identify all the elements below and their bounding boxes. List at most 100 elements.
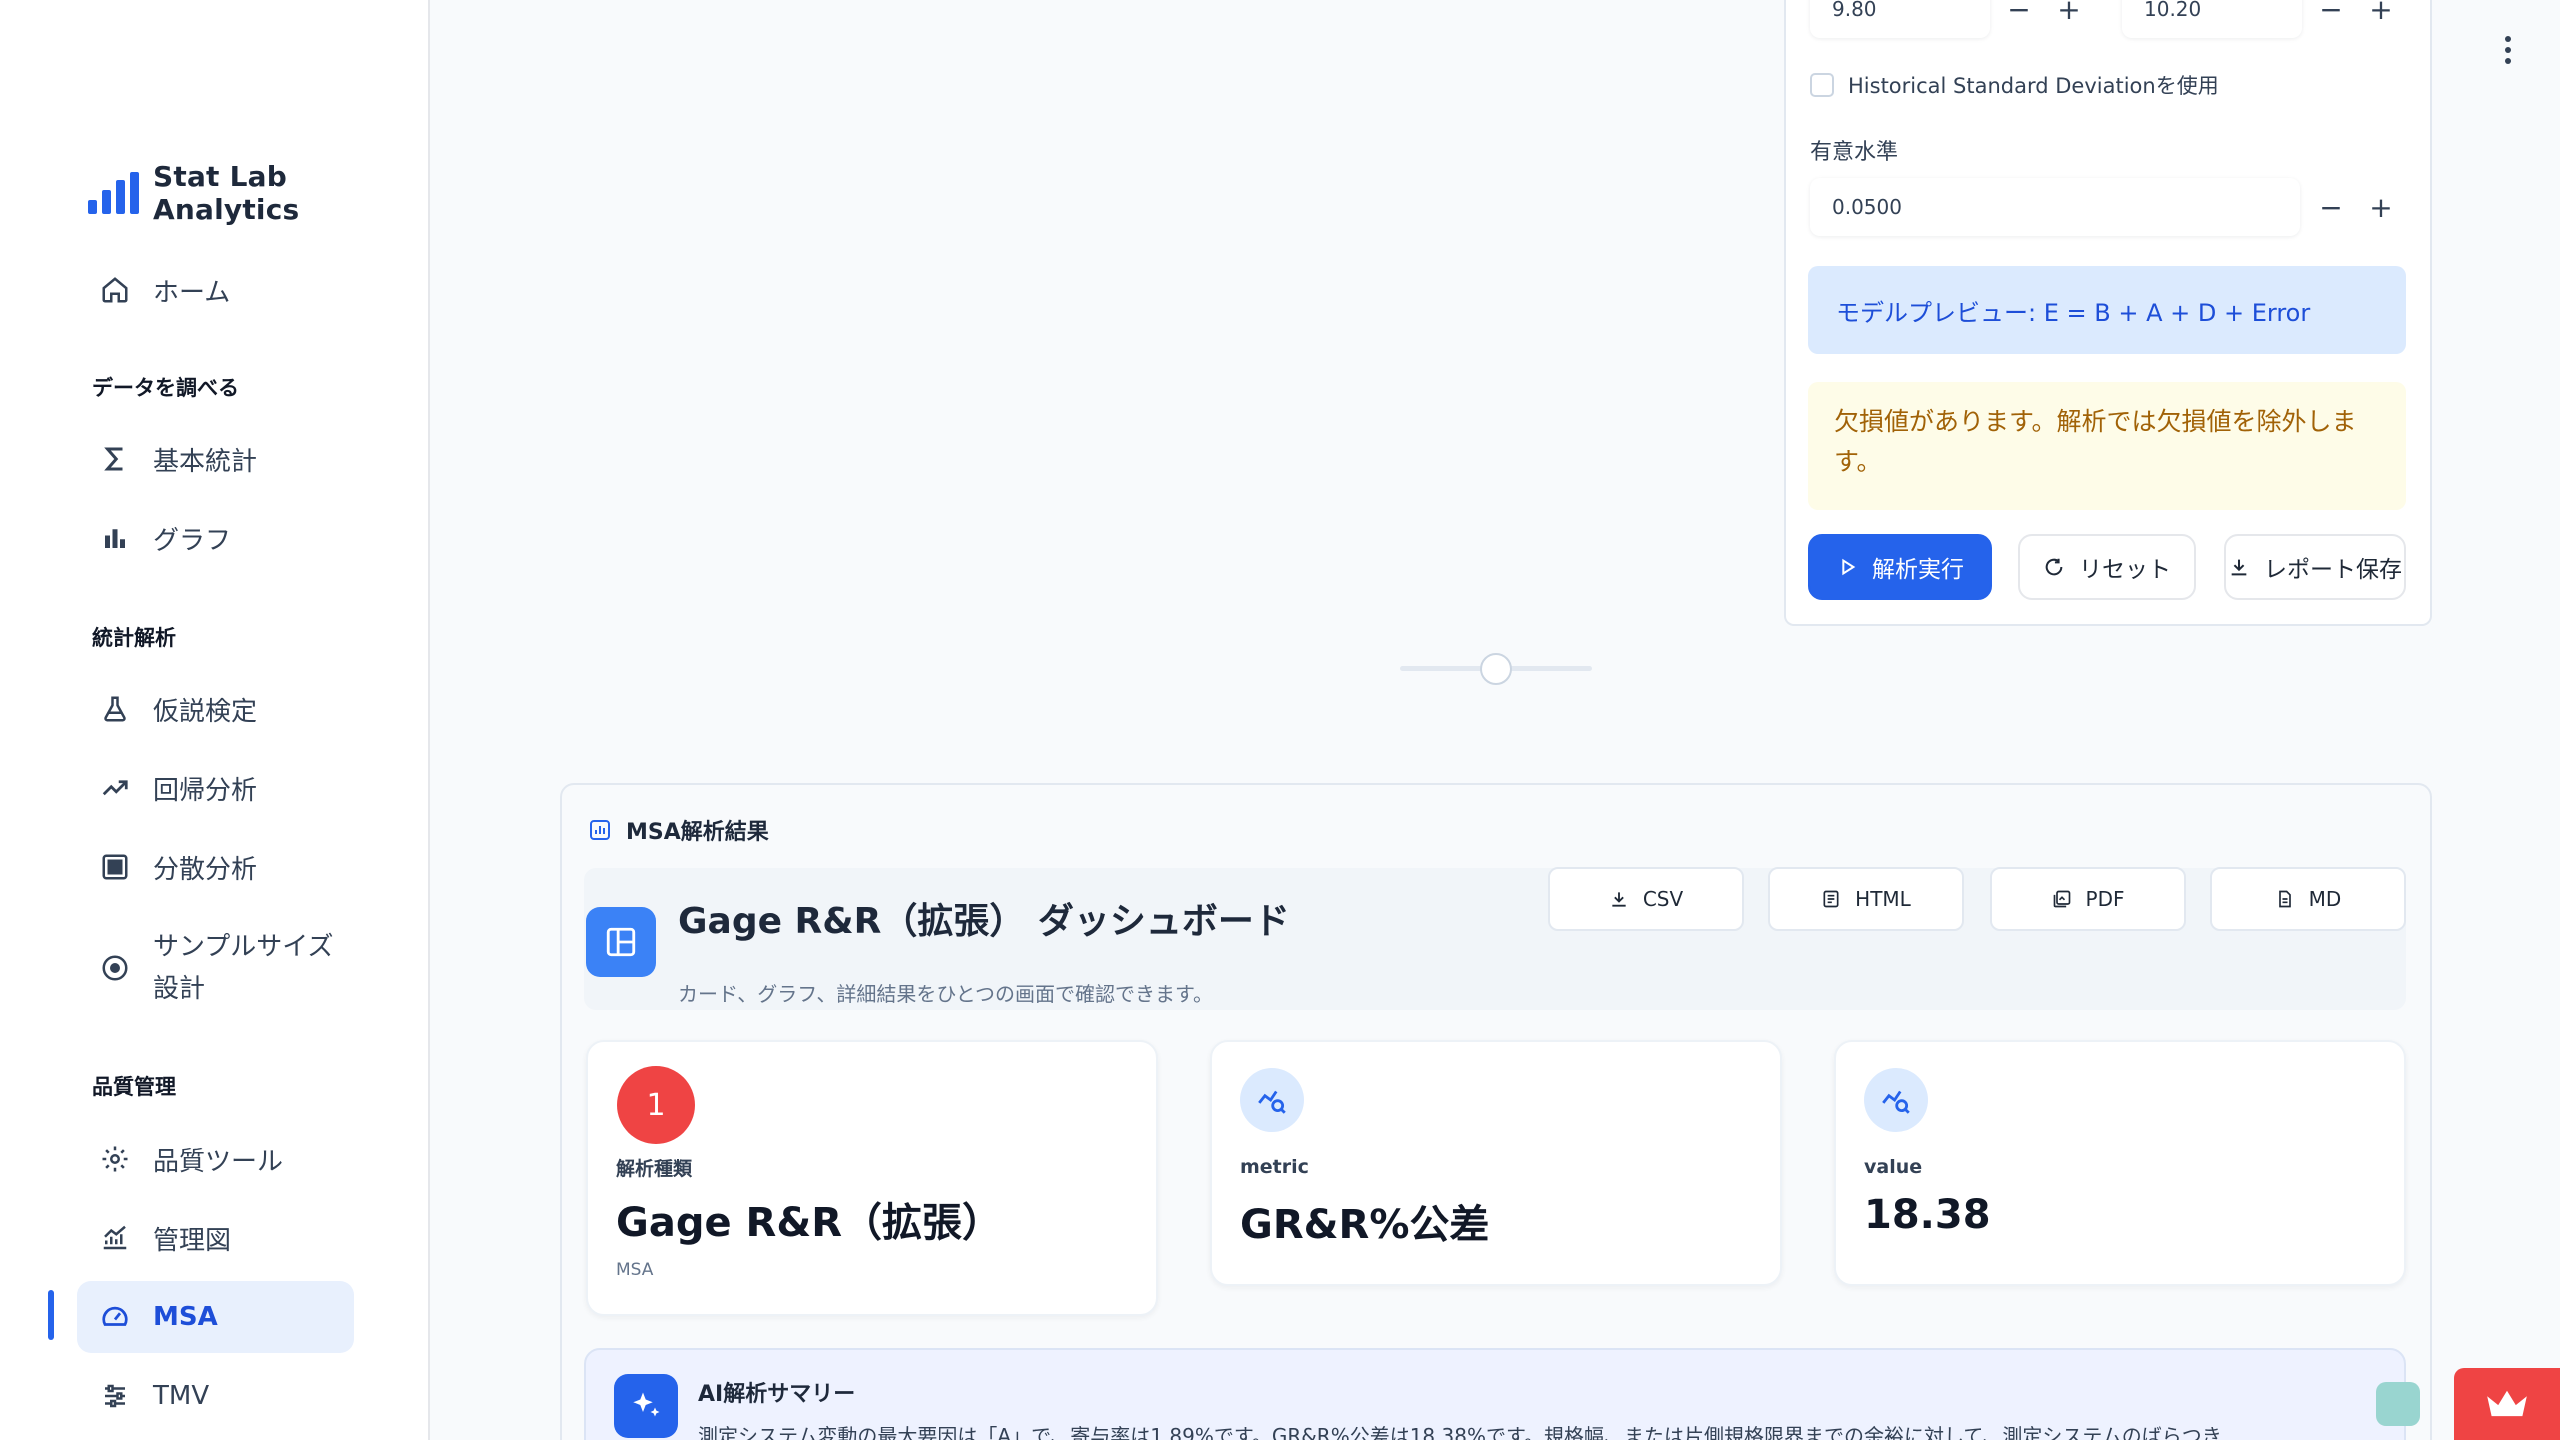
play-icon — [1842, 558, 1856, 576]
export-csv-button[interactable]: CSV — [1548, 867, 1744, 931]
significance-stepper: − + — [2306, 178, 2406, 236]
minus-button[interactable]: − — [1994, 0, 2044, 26]
reset-label: リセット — [2079, 557, 2171, 583]
export-md-label: MD — [2308, 887, 2342, 911]
sidebar-item-label: MSA — [153, 1302, 218, 1332]
app-name: Stat Lab Analytics — [153, 160, 300, 226]
run-analysis-label: 解析実行 — [1872, 557, 1964, 583]
results-section-title: MSA解析結果 — [588, 814, 769, 846]
analysis-type-label: 解析種類 — [616, 1158, 693, 1180]
sidebar-section-explore: データを調べる — [92, 376, 239, 400]
sidebar-item-hypothesis[interactable]: 仮説検定 — [77, 673, 354, 745]
trending-up-icon — [99, 772, 131, 804]
sidebar-item-label: サンプルサイズ 設計 — [153, 926, 333, 1010]
target-icon — [99, 952, 131, 984]
sparkles-icon — [614, 1374, 678, 1438]
image-file-icon — [2053, 890, 2070, 908]
ai-summary-text: 測定システム変動の最大要因は「A」で、寄与率は1.89%です。GR&R%公差は1… — [698, 1424, 2222, 1440]
metric-value: GR&R%公差 — [1240, 1202, 1490, 1248]
model-preview: モデルプレビュー: E = B + A + D + Error — [1808, 266, 2406, 354]
sidebar-item-label: グラフ — [153, 525, 232, 556]
ai-summary-title: AI解析サマリー — [698, 1382, 856, 1407]
sidebar-item-label: 管理図 — [153, 1225, 232, 1256]
assistant-avatar-icon[interactable] — [2376, 1382, 2420, 1426]
significance-input[interactable]: 0.0500 — [1810, 178, 2300, 236]
results-title-text: MSA解析結果 — [626, 820, 769, 845]
sidebar-item-label: ホーム — [153, 277, 231, 308]
historical-sd-checkbox-row[interactable]: Historical Standard Deviationを使用 — [1810, 70, 2219, 100]
sidebar-item-label: 分散分析 — [153, 854, 258, 885]
analysis-type-value: Gage R&R（拡張） — [616, 1200, 1002, 1246]
value-label: value — [1864, 1156, 1923, 1178]
sidebar-item-msa[interactable]: MSA — [77, 1281, 354, 1353]
plus-button[interactable]: + — [2044, 0, 2094, 26]
file-text-icon — [2278, 890, 2291, 908]
bar-chart-icon — [99, 522, 131, 554]
sidebar-item-label: 回帰分析 — [153, 775, 258, 806]
sidebar-item-label: 品質ツール — [153, 1146, 284, 1177]
run-analysis-button[interactable]: 解析実行 — [1808, 534, 1992, 600]
gauge-icon — [99, 1301, 131, 1333]
sidebar-item-label: TMV — [153, 1381, 210, 1411]
save-report-label: レポート保存 — [2264, 557, 2402, 583]
document-lines-icon — [1823, 890, 1839, 908]
grid-icon — [99, 851, 131, 883]
export-pdf-button[interactable]: PDF — [1990, 867, 2186, 931]
sidebar: Stat Lab Analytics ホーム データを調べる 基本統計 グラフ … — [0, 0, 430, 1440]
brand[interactable]: Stat Lab Analytics — [88, 160, 428, 226]
dashboard-title: Gage R&R（拡張） ダッシュボード — [678, 901, 1290, 942]
flask-icon — [99, 693, 131, 725]
sidebar-item-quality-tools[interactable]: 品質ツール — [77, 1123, 354, 1195]
reset-icon — [2045, 558, 2063, 576]
sidebar-section-quality: 品質管理 — [92, 1075, 176, 1099]
sidebar-item-tmv[interactable]: TMV — [77, 1360, 354, 1432]
sidebar-item-regression[interactable]: 回帰分析 — [77, 752, 354, 824]
sidebar-item-label-line1: サンプルサイズ — [153, 932, 334, 962]
chart-search-icon — [1864, 1068, 1928, 1132]
metric-label: metric — [1240, 1156, 1309, 1178]
export-pdf-label: PDF — [2085, 887, 2125, 911]
report-chart-icon — [590, 820, 610, 840]
plus-button[interactable]: + — [2356, 191, 2406, 224]
sidebar-item-basic-stats[interactable]: 基本統計 — [77, 423, 354, 495]
sidebar-item-graph[interactable]: グラフ — [77, 502, 354, 574]
sidebar-item-sample-size[interactable]: サンプルサイズ 設計 — [77, 913, 354, 1023]
value-number: 18.38 — [1864, 1192, 1991, 1238]
dashboard-subtitle: カード、グラフ、詳細結果をひとつの画面で確認できます。 — [678, 982, 1213, 1006]
lower-spec-input[interactable]: 9.80 — [1810, 0, 1990, 38]
sigma-icon — [99, 443, 131, 475]
analysis-category: MSA — [616, 1260, 654, 1280]
sidebar-item-label: 仮説検定 — [153, 696, 258, 727]
export-html-button[interactable]: HTML — [1768, 867, 1964, 931]
export-html-label: HTML — [1855, 887, 1911, 911]
upper-spec-stepper: − + — [2306, 0, 2406, 38]
plus-button[interactable]: + — [2356, 0, 2406, 26]
sidebar-section-analysis: 統計解析 — [92, 626, 176, 650]
chart-search-icon — [1240, 1068, 1304, 1132]
export-md-button[interactable]: MD — [2210, 867, 2406, 931]
sidebar-item-home[interactable]: ホーム — [77, 254, 354, 326]
sidebar-item-anova[interactable]: 分散分析 — [77, 831, 354, 903]
historical-sd-label: Historical Standard Deviationを使用 — [1848, 74, 2219, 98]
missing-value-warning: 欠損値があります。解析では欠損値を除外します。 — [1808, 382, 2406, 510]
significance-label: 有意水準 — [1810, 140, 1899, 165]
crown-icon[interactable] — [2454, 1368, 2560, 1440]
sidebar-item-label-line2: 設計 — [153, 974, 206, 1004]
dashboard-layout-icon — [586, 907, 656, 977]
more-options-icon[interactable] — [2502, 36, 2514, 64]
step-badge: 1 — [617, 1066, 695, 1144]
sidebar-item-control-chart[interactable]: 管理図 — [77, 1202, 354, 1274]
minus-button[interactable]: − — [2306, 191, 2356, 224]
minus-button[interactable]: − — [2306, 0, 2356, 26]
upper-spec-input[interactable]: 10.20 — [2122, 0, 2302, 38]
gear-icon — [99, 1143, 131, 1175]
export-csv-label: CSV — [1642, 887, 1684, 911]
historical-sd-checkbox[interactable] — [1810, 73, 1834, 97]
download-icon — [1612, 892, 1626, 907]
lower-spec-stepper: − + — [1994, 0, 2094, 38]
home-icon — [99, 274, 131, 306]
download-icon — [2231, 559, 2247, 576]
slider-handle[interactable] — [1480, 653, 1512, 685]
save-report-button[interactable]: レポート保存 — [2224, 534, 2406, 600]
reset-button[interactable]: リセット — [2018, 534, 2196, 600]
